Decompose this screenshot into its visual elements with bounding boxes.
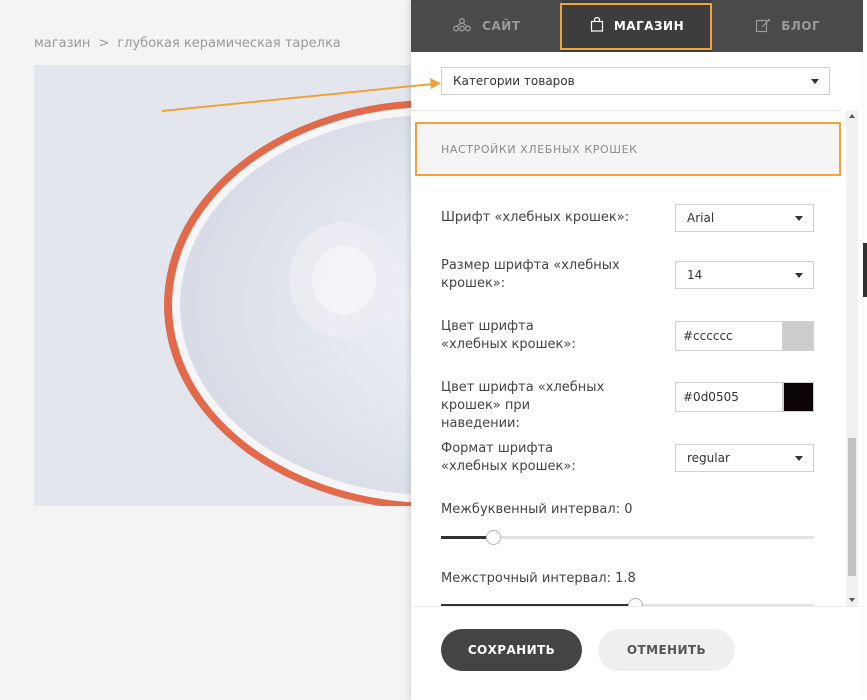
font-select[interactable]: Arial (675, 204, 814, 232)
letter-spacing-slider[interactable] (441, 530, 814, 545)
breadcrumb: магазин > глубокая керамическая тарелка (34, 36, 341, 51)
cancel-button[interactable]: ОТМЕНИТЬ (598, 629, 735, 671)
tab-store-label: МАГАЗИН (613, 19, 685, 33)
chevron-down-icon (795, 216, 803, 221)
font-color-value: #cccccc (683, 329, 733, 343)
font-label: Шрифт «хлебных крошек»: (441, 210, 630, 225)
font-select-value: Arial (687, 211, 715, 225)
line-height-label: Межстрочный интервал: 1.8 (441, 571, 636, 586)
font-color-swatch[interactable] (783, 321, 814, 351)
chevron-down-icon (795, 273, 803, 278)
section-header-breadcrumb-settings[interactable]: НАСТРОЙКИ ХЛЕБНЫХ КРОШЕК (415, 122, 841, 176)
chevron-down-icon (811, 79, 819, 84)
font-color-label: Цвет шрифта «хлебных крошек»: (441, 319, 576, 352)
scrollbar-thumb[interactable] (848, 438, 856, 576)
panel-footer: СОХРАНИТЬ ОТМЕНИТЬ (411, 606, 863, 700)
hover-color-input[interactable]: #0d0505 (675, 382, 783, 412)
settings-panel: САЙТ МАГАЗИН БЛОГ Категории товаров НАСТ… (411, 0, 863, 700)
product-image-plate (34, 65, 411, 506)
panel-scrollbar[interactable] (846, 110, 858, 606)
tab-blog[interactable]: БЛОГ (712, 0, 863, 52)
chevron-down-icon (795, 456, 803, 461)
font-format-label: Формат шрифта «хлебных крошек»: (441, 441, 576, 474)
tab-site[interactable]: САЙТ (411, 0, 562, 52)
font-size-select-value: 14 (687, 268, 703, 282)
letter-spacing-label: Межбуквенный интервал: 0 (441, 502, 633, 517)
sitemap-icon (452, 17, 472, 35)
category-select[interactable]: Категории товаров (441, 67, 830, 95)
font-size-select[interactable]: 14 (675, 261, 814, 289)
breadcrumb-root-link[interactable]: магазин (34, 36, 90, 51)
save-button[interactable]: СОХРАНИТЬ (441, 629, 582, 671)
font-format-select[interactable]: regular (675, 444, 814, 472)
letter-spacing-handle[interactable] (486, 530, 501, 545)
hover-color-swatch[interactable] (783, 382, 814, 412)
scroll-up-icon[interactable] (849, 114, 855, 118)
breadcrumb-current: глубокая керамическая тарелка (117, 36, 341, 51)
breadcrumb-separator: > (98, 36, 110, 51)
panel-tab-bar: САЙТ МАГАЗИН БЛОГ (411, 0, 863, 52)
tab-store[interactable]: МАГАЗИН (561, 0, 713, 52)
hover-color-label: Цвет шрифта «хлебных крошек» при наведен… (441, 380, 605, 431)
hover-color-value: #0d0505 (683, 390, 739, 404)
tab-blog-label: БЛОГ (781, 19, 821, 33)
edit-icon (755, 17, 771, 36)
shopping-bag-icon (590, 16, 604, 35)
section-title: НАСТРОЙКИ ХЛЕБНЫХ КРОШЕК (441, 142, 638, 156)
font-size-label: Размер шрифта «хлебных крошек»: (441, 258, 620, 291)
tab-site-label: САЙТ (482, 19, 521, 33)
scroll-down-icon[interactable] (849, 598, 855, 602)
font-format-select-value: regular (687, 451, 730, 465)
font-color-input[interactable]: #cccccc (675, 321, 783, 351)
category-select-value: Категории товаров (453, 74, 575, 88)
divider (411, 110, 841, 111)
